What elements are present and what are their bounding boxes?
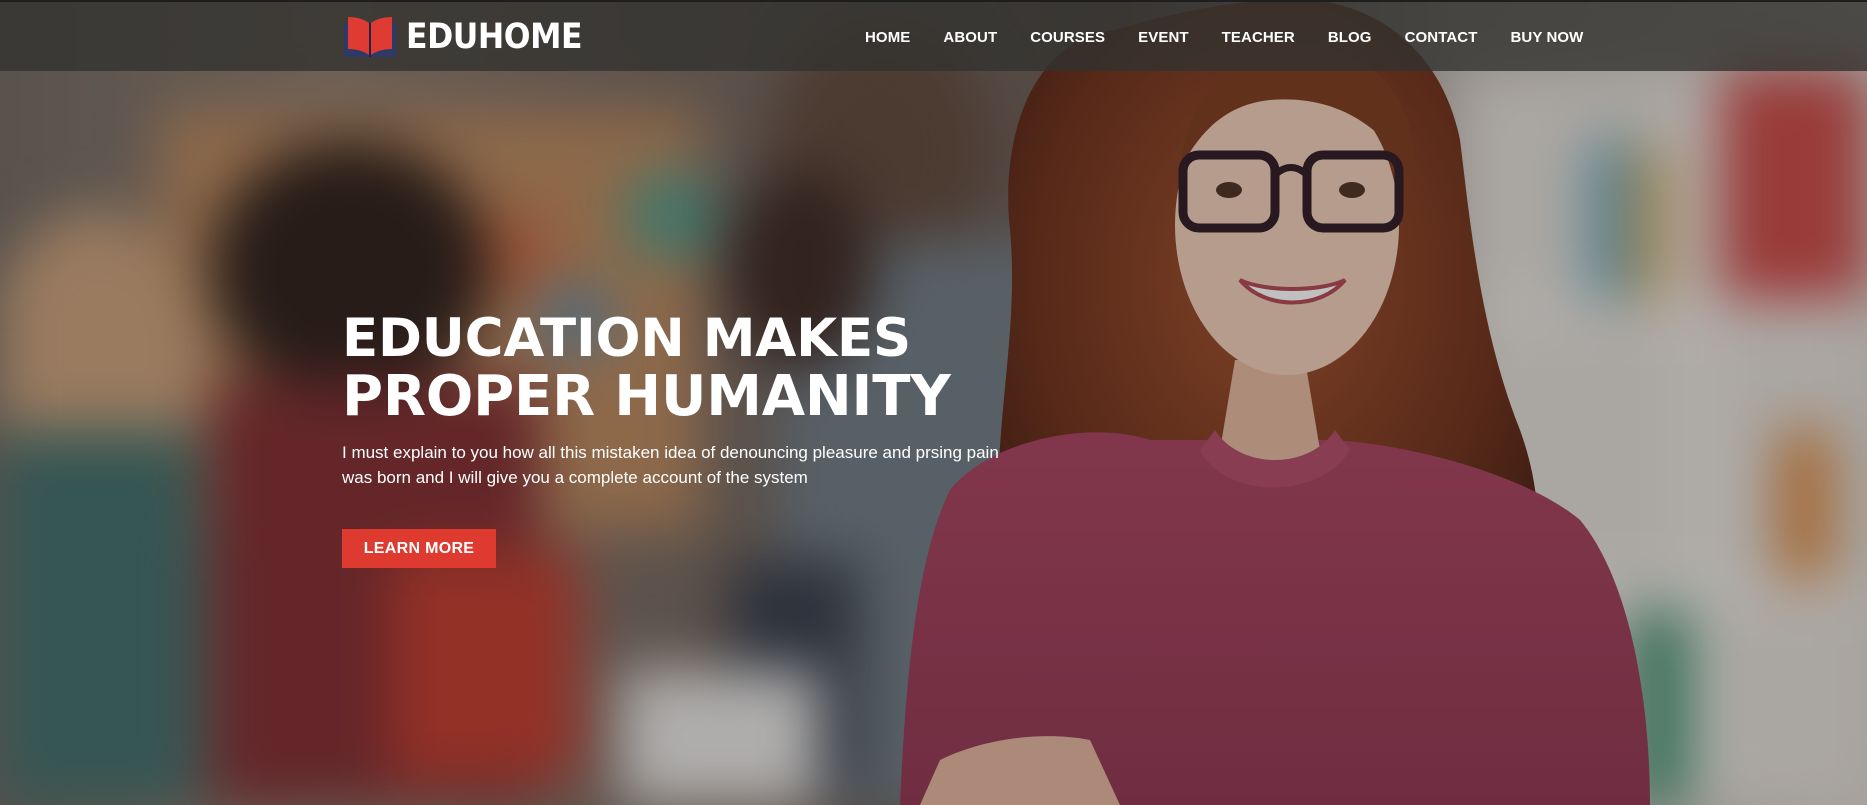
hero-title-line-1: EDUCATION MAKES	[342, 308, 911, 369]
nav-contact[interactable]: CONTACT	[1405, 29, 1478, 46]
nav-courses[interactable]: COURSES	[1030, 29, 1105, 46]
main-nav: HOME ABOUT COURSES EVENT TEACHER BLOG CO…	[865, 2, 1583, 73]
hero-content: EDUCATION MAKES PROPER HUMANITY I must e…	[342, 310, 1062, 490]
hero-description: I must explain to you how all this mista…	[342, 442, 999, 487]
open-book-icon	[344, 17, 396, 57]
site-header: EDUHOME HOME ABOUT COURSES EVENT TEACHER…	[0, 0, 1867, 71]
nav-event[interactable]: EVENT	[1138, 29, 1189, 46]
hero-banner: EDUHOME HOME ABOUT COURSES EVENT TEACHER…	[0, 0, 1867, 805]
nav-blog[interactable]: BLOG	[1328, 29, 1372, 46]
brand-logo[interactable]: EDUHOME	[342, 14, 602, 60]
nav-buy-now[interactable]: BUY NOW	[1511, 29, 1584, 46]
nav-teacher[interactable]: TEACHER	[1222, 29, 1295, 46]
nav-home[interactable]: HOME	[865, 29, 910, 46]
learn-more-button[interactable]: LEARN MORE	[342, 529, 496, 568]
hero-title-line-2: PROPER HUMANITY	[342, 364, 951, 430]
hero-title: EDUCATION MAKES PROPER HUMANITY	[342, 310, 1062, 428]
brand-name: EDUHOME	[406, 17, 583, 57]
nav-about[interactable]: ABOUT	[943, 29, 997, 46]
